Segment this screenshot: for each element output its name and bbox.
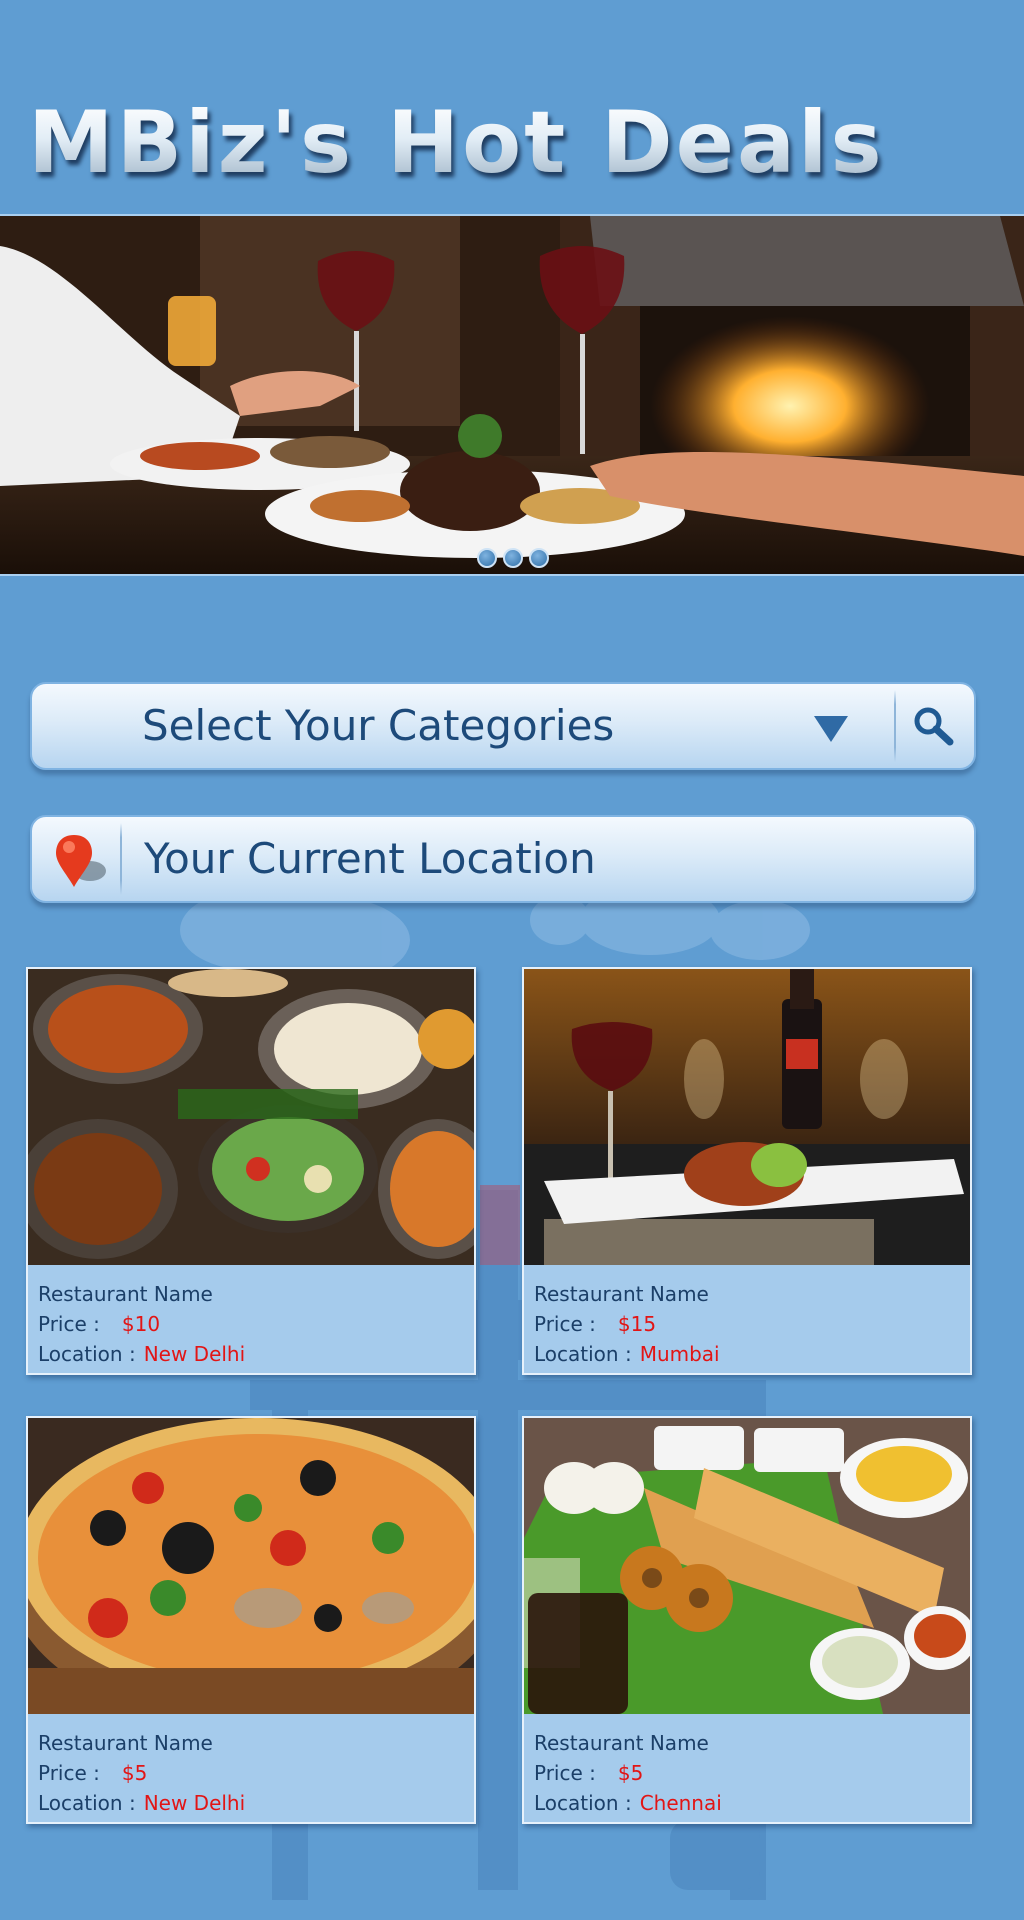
map-pin-icon (56, 835, 106, 887)
price-label: Price : (534, 1312, 596, 1336)
restaurant-name[interactable]: Restaurant Name (38, 1728, 468, 1758)
deal-card[interactable]: Restaurant Name Price : $5 Location : New … (26, 1416, 476, 1824)
deal-photo (28, 969, 474, 1265)
category-select-label: Select Your Categories (142, 701, 615, 750)
search-button[interactable] (894, 688, 974, 764)
price-row: Price : $5 (534, 1758, 964, 1788)
price-value: $5 (617, 1761, 644, 1785)
location-label: Location : (38, 1791, 136, 1815)
app-title: MBiz's Hot Deals (28, 93, 885, 193)
slider-dots (477, 548, 549, 568)
category-select[interactable]: Select Your Categories (30, 682, 976, 770)
slider-dot-2[interactable] (503, 548, 523, 568)
price-row: Price : $5 (38, 1758, 468, 1788)
location-label: Your Current Location (144, 834, 596, 883)
search-icon (914, 707, 954, 746)
deal-photo (524, 969, 970, 1265)
deal-card[interactable]: Restaurant Name Price : $5 Location : Chen… (522, 1416, 972, 1824)
location-value: New Delhi (143, 1342, 246, 1366)
price-value: $15 (617, 1312, 657, 1336)
location-row: Location : New Delhi (38, 1339, 468, 1369)
deal-card[interactable]: Restaurant Name Price : $10 Location : New… (26, 967, 476, 1375)
header: MBiz's Hot Deals (0, 0, 1024, 214)
hero-image (0, 216, 1024, 574)
price-label: Price : (534, 1761, 596, 1785)
location-row: Location : Chennai (534, 1788, 964, 1818)
price-value: $5 (121, 1761, 148, 1785)
price-row: Price : $10 (38, 1309, 468, 1339)
location-label: Location : (38, 1342, 136, 1366)
location-label: Location : (534, 1342, 632, 1366)
location-row: Location : Mumbai (534, 1339, 964, 1369)
slider-dot-1[interactable] (477, 548, 497, 568)
location-label: Location : (534, 1791, 632, 1815)
price-row: Price : $15 (534, 1309, 964, 1339)
slider-dot-3[interactable] (529, 548, 549, 568)
restaurant-name[interactable]: Restaurant Name (534, 1279, 964, 1309)
dropdown-arrow-icon[interactable] (814, 716, 848, 742)
restaurant-name[interactable]: Restaurant Name (38, 1279, 468, 1309)
price-value: $10 (121, 1312, 161, 1336)
location-value: New Delhi (143, 1791, 246, 1815)
deal-photo (28, 1418, 474, 1714)
location-row: Location : New Delhi (38, 1788, 468, 1818)
price-label: Price : (38, 1761, 100, 1785)
deal-photo (524, 1418, 970, 1714)
location-value: Mumbai (639, 1342, 720, 1366)
bar-divider (120, 823, 122, 895)
hero-slider[interactable] (0, 214, 1024, 576)
location-value: Chennai (639, 1791, 722, 1815)
restaurant-name[interactable]: Restaurant Name (534, 1728, 964, 1758)
location-bar[interactable]: Your Current Location (30, 815, 976, 903)
price-label: Price : (38, 1312, 100, 1336)
deal-card[interactable]: Restaurant Name Price : $15 Location : Mum… (522, 967, 972, 1375)
